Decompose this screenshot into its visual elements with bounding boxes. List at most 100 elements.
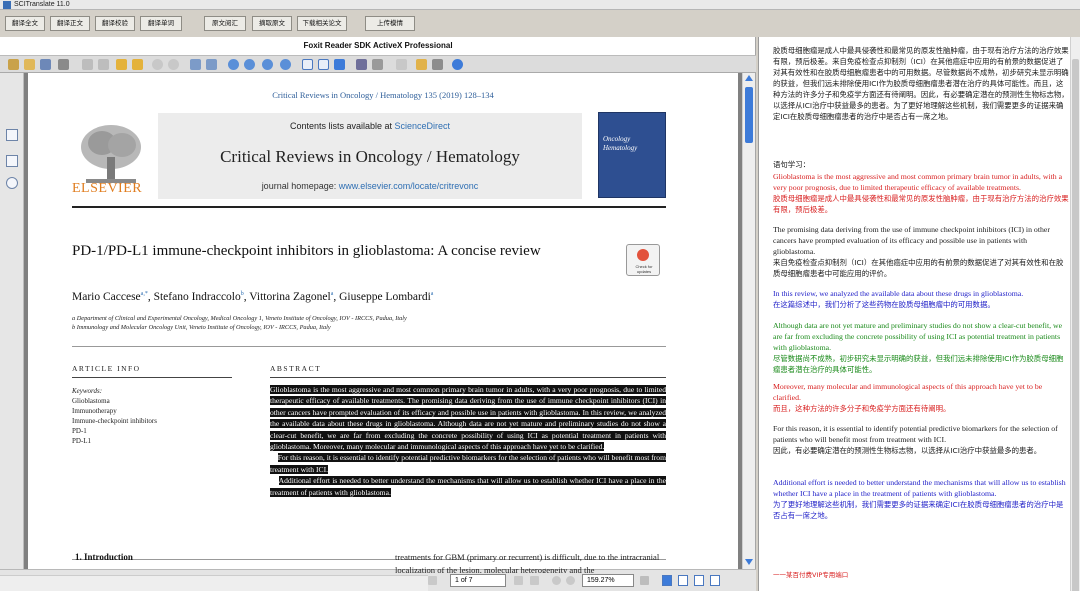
last-page-button[interactable] — [530, 576, 539, 585]
keyword: Immune-checkpoint inhibitors — [72, 417, 157, 425]
journal-cover: Oncology Hematology — [598, 112, 666, 198]
next-page-button[interactable] — [514, 576, 523, 585]
sciencedirect-link[interactable]: ScienceDirect — [395, 121, 451, 131]
page-area[interactable]: Critical Reviews in Oncology / Hematolog… — [24, 73, 742, 569]
forward-icon[interactable] — [168, 59, 179, 70]
sentence-en: Moreover, many molecular and immunologic… — [773, 382, 1043, 402]
translate-word-button[interactable]: 翻译单词 — [140, 16, 182, 31]
translate-full-button[interactable]: 翻译全文 — [5, 16, 45, 31]
abstract-paragraph[interactable]: Additional effort is needed to better un… — [270, 476, 666, 497]
zoom-dropdown-icon[interactable] — [640, 576, 649, 585]
pdf-toolbar — [0, 55, 756, 73]
abstract-text[interactable]: Glioblastoma is the most aggressive and … — [270, 384, 667, 498]
save-icon[interactable] — [40, 59, 51, 70]
sentence-cn: 尽管数据尚不成熟，初步研究未显示明确的获益，但我们远未排除使用ICI作为胶质母细… — [773, 354, 1064, 374]
fit-width-icon[interactable] — [318, 59, 329, 70]
fit-page-icon[interactable] — [302, 59, 313, 70]
header-rule — [72, 206, 666, 208]
article-info-heading: ARTICLE INFO — [72, 364, 141, 373]
folder-icon[interactable] — [24, 59, 35, 70]
pdf-horizontal-scrollbar[interactable] — [0, 575, 428, 591]
scroll-thumb[interactable] — [745, 87, 753, 143]
translation-scroll-thumb[interactable] — [1072, 59, 1079, 591]
scroll-up-icon[interactable] — [745, 75, 753, 81]
sentence-cn: 胶质母细胞瘤是成人中最具侵袭性和最常见的原发性脑肿瘤，由于现有治疗方法的治疗效果… — [773, 194, 1069, 214]
journal-header: Contents lists available at ScienceDirec… — [158, 113, 582, 199]
download-papers-button[interactable]: 下载相关论文 — [297, 16, 347, 31]
continuous-view-icon[interactable] — [678, 575, 688, 586]
last-page-icon[interactable] — [132, 59, 143, 70]
first-page-icon[interactable] — [82, 59, 93, 70]
open-icon[interactable] — [8, 59, 19, 70]
check-updates-icon — [637, 249, 649, 261]
sentence-pair[interactable]: Additional effort is needed to better un… — [773, 477, 1069, 521]
zoom-remove-icon[interactable] — [280, 59, 291, 70]
sentence-pair[interactable]: Moreover, many molecular and immunologic… — [773, 381, 1069, 414]
app-icon — [3, 1, 11, 9]
affil-rule — [72, 346, 666, 347]
author-sup[interactable]: b — [241, 291, 244, 297]
abstract-paragraph[interactable]: Glioblastoma is the most aggressive and … — [270, 385, 666, 452]
zoom-add-icon[interactable] — [262, 59, 273, 70]
text-tool-icon[interactable] — [432, 59, 443, 70]
main-toolbar: 翻译全文 翻译正文 翻译校验 翻译单词 原文阅汇 摘取原文 下载相关论文 上传模… — [0, 11, 1080, 37]
abstract-paragraph[interactable]: For this reason, it is essential to iden… — [270, 453, 667, 474]
author-sup[interactable]: a — [331, 291, 334, 297]
facing-view-icon[interactable] — [694, 575, 704, 586]
side-panel-strip — [0, 73, 24, 591]
vip-footer[interactable]: 一一某百付费VIP专用端口 — [773, 570, 1069, 581]
zoom-level[interactable]: 159.27% — [582, 574, 634, 587]
zoom-in-icon[interactable] — [228, 59, 239, 70]
check-updates-badge[interactable]: Check for updates — [626, 244, 660, 276]
help-icon[interactable] — [452, 59, 463, 70]
check-updates-text: Check for updates — [635, 264, 653, 274]
pdf-vertical-scrollbar[interactable] — [742, 73, 755, 569]
prev-page-icon[interactable] — [98, 59, 109, 70]
select-text-icon[interactable] — [206, 59, 217, 70]
extract-original-button[interactable]: 摘取原文 — [252, 16, 292, 31]
snapshot-icon[interactable] — [372, 59, 383, 70]
homepage-link[interactable]: www.elsevier.com/locate/critrevonc — [339, 181, 479, 191]
sentence-pair[interactable]: For this reason, it is essential to iden… — [773, 423, 1069, 456]
layers-icon[interactable] — [6, 177, 18, 189]
translation-scrollbar[interactable] — [1070, 37, 1080, 591]
prev-page-button[interactable] — [428, 576, 437, 585]
journal-reference[interactable]: Critical Reviews in Oncology / Hematolog… — [28, 90, 738, 100]
sentence-pair[interactable]: Glioblastoma is the most aggressive and … — [773, 171, 1069, 215]
sentence-en: Additional effort is needed to better un… — [773, 478, 1066, 498]
thumbnail-icon[interactable] — [6, 155, 18, 167]
bookmark-icon[interactable] — [6, 129, 18, 141]
history-back-button[interactable] — [552, 576, 561, 585]
translation-panel[interactable]: 胶质母细胞瘤是成人中最具侵袭性和最常见的原发性脑肿瘤，由于现有治疗方法的治疗效果… — [758, 37, 1080, 591]
author-name: Vittorina Zagonel — [249, 291, 331, 303]
sentence-pair[interactable]: Although data are not yet mature and pre… — [773, 320, 1069, 375]
keyword: PD-1 — [72, 427, 87, 435]
full-translation[interactable]: 胶质母细胞瘤是成人中最具侵袭性和最常见的原发性脑肿瘤，由于现有治疗方法的治疗效果… — [773, 45, 1069, 122]
sentence-pair[interactable]: The promising data deriving from the use… — [773, 224, 1069, 279]
author-sup[interactable]: a,* — [141, 291, 148, 297]
journal-homepage: journal homepage: www.elsevier.com/locat… — [158, 181, 582, 191]
print-icon[interactable] — [58, 59, 69, 70]
read-original-button[interactable]: 原文阅汇 — [204, 16, 246, 31]
note-icon[interactable] — [416, 59, 427, 70]
continuous-facing-view-icon[interactable] — [710, 575, 720, 586]
actual-size-icon[interactable] — [334, 59, 345, 70]
sentence-en: In this review, we analyzed the availabl… — [773, 289, 1024, 298]
single-page-view-icon[interactable] — [662, 575, 672, 586]
back-icon[interactable] — [152, 59, 163, 70]
sentence-pair[interactable]: In this review, we analyzed the availabl… — [773, 288, 1069, 310]
hand-tool-icon[interactable] — [190, 59, 201, 70]
info-rule — [72, 377, 232, 378]
upload-button[interactable]: 上传模情 — [365, 16, 415, 31]
scroll-down-icon[interactable] — [745, 559, 753, 565]
next-page-icon[interactable] — [116, 59, 127, 70]
translate-check-button[interactable]: 翻译校验 — [95, 16, 135, 31]
find-icon[interactable] — [356, 59, 367, 70]
grab-icon[interactable] — [396, 59, 407, 70]
page-indicator[interactable]: 1 of 7 — [450, 574, 506, 587]
zoom-out-icon[interactable] — [244, 59, 255, 70]
translate-body-button[interactable]: 翻译正文 — [50, 16, 90, 31]
author-sup[interactable]: a — [431, 291, 434, 297]
journal-title: Critical Reviews in Oncology / Hematolog… — [220, 147, 520, 166]
history-forward-button[interactable] — [566, 576, 575, 585]
